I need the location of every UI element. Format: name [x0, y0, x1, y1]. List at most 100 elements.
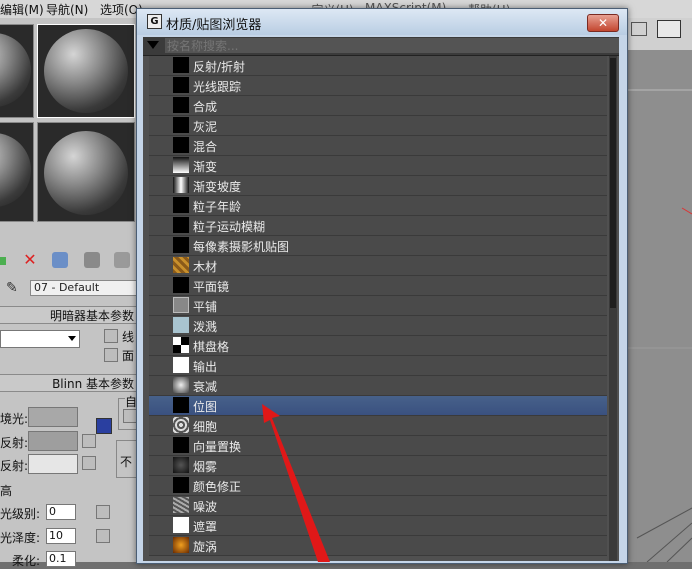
glossiness-spinner[interactable]: 10	[46, 528, 76, 544]
dialog-titlebar[interactable]: G 材质/贴图浏览器 ✕	[137, 9, 627, 35]
dialog-title: 材质/贴图浏览器	[166, 18, 262, 33]
specular-map-button[interactable]	[82, 456, 96, 470]
gradient-icon	[173, 157, 189, 173]
black-swatch-icon	[173, 137, 189, 153]
list-item[interactable]: 噪波	[149, 496, 607, 516]
list-item[interactable]: 衰减	[149, 376, 607, 396]
list-item[interactable]: 泼溅	[149, 316, 607, 336]
specular-color-swatch[interactable]	[28, 454, 78, 474]
list-item[interactable]: 光线跟踪	[149, 76, 607, 96]
close-button[interactable]: ✕	[587, 14, 619, 32]
self-illum-color-checkbox[interactable]	[123, 409, 137, 423]
maximize-icon[interactable]	[631, 22, 647, 36]
viewport[interactable]	[627, 18, 692, 562]
list-item-label: 平面镜	[193, 280, 230, 294]
glossiness-label: 光泽度:	[0, 531, 41, 545]
list-item-label: 木材	[193, 260, 218, 274]
spec-level-spinner[interactable]: 0	[46, 504, 76, 520]
list-item-label: 渐变	[193, 160, 218, 174]
material-toolbar: ✕	[0, 245, 140, 275]
list-item[interactable]: 木材	[149, 256, 607, 276]
material-slot-4[interactable]	[37, 122, 135, 222]
list-item[interactable]: 反射/折射	[149, 56, 607, 76]
eyedropper-icon[interactable]: ✎	[6, 280, 22, 296]
scrollbar[interactable]	[609, 56, 617, 561]
black-swatch-icon	[173, 237, 189, 253]
face-map-label: 面	[122, 349, 135, 363]
list-item-label: 旋涡	[193, 540, 218, 554]
make-unique-icon[interactable]	[52, 252, 68, 268]
list-item[interactable]: 颜色修正	[149, 476, 607, 496]
list-item-label: 粒子运动模糊	[193, 220, 266, 234]
face-map-checkbox[interactable]	[104, 348, 118, 362]
list-item[interactable]: 细胞	[149, 416, 607, 436]
search-input[interactable]	[165, 38, 619, 53]
list-item[interactable]: 向量置换	[149, 436, 607, 456]
material-slot-1[interactable]	[0, 24, 34, 118]
list-item[interactable]: 粒子年龄	[149, 196, 607, 216]
list-item[interactable]: 棋盘格	[149, 336, 607, 356]
map-list: 反射/折射光线跟踪合成 灰泥 混合渐变渐变坡度粒子年龄粒子运动模糊每像素摄影机贴图木…	[143, 56, 619, 561]
noise-icon	[173, 497, 189, 513]
list-item[interactable]: 遮罩	[149, 516, 607, 536]
list-item[interactable]: 旋涡	[149, 536, 607, 556]
material-map-browser-dialog: G 材质/贴图浏览器 ✕ 反射/折射光线跟踪合成灰泥混合渐变渐变坡度粒子年龄粒子…	[136, 8, 628, 564]
list-item[interactable]: 平铺	[149, 296, 607, 316]
list-item[interactable]: 渐变	[149, 156, 607, 176]
swirl-icon	[173, 537, 189, 553]
view-cube-icon[interactable]	[657, 20, 681, 38]
list-item-label: 泼溅	[193, 320, 218, 334]
ambient-color-swatch[interactable]	[28, 407, 78, 427]
soften-label: 柔化:	[12, 554, 41, 568]
list-item[interactable]: 渐变坡度	[149, 176, 607, 196]
smoke-icon	[173, 457, 189, 473]
shader-dropdown[interactable]	[0, 330, 80, 348]
diffuse-label: 反射:	[0, 436, 29, 450]
list-item[interactable]: 粒子运动模糊	[149, 216, 607, 236]
black-swatch-icon	[173, 197, 189, 213]
list-item-label: 粒子年龄	[193, 200, 242, 214]
list-item[interactable]: 合成	[149, 96, 607, 116]
soften-spinner[interactable]: 0.1	[46, 551, 76, 567]
shader-rollout-title[interactable]: 明暗器基本参数	[0, 306, 138, 324]
wire-label: 线	[122, 330, 135, 344]
list-item[interactable]: 平面镜	[149, 276, 607, 296]
list-item[interactable]: 灰泥	[149, 116, 607, 136]
black-swatch-icon	[173, 277, 189, 293]
checker-icon	[173, 337, 189, 353]
black-swatch-icon	[173, 117, 189, 133]
options-dropdown-icon[interactable]	[147, 41, 159, 49]
material-effects-icon[interactable]	[114, 252, 130, 268]
diffuse-color-swatch[interactable]	[28, 431, 78, 451]
opacity-label: 不	[120, 455, 133, 469]
list-item[interactable]: 位图	[149, 396, 607, 416]
viewport-grid	[627, 89, 692, 562]
diffuse-map-button[interactable]	[82, 434, 96, 448]
splat-icon	[173, 317, 189, 333]
list-item[interactable]: 输出	[149, 356, 607, 376]
specular-highlights-section: 高	[0, 484, 13, 498]
list-item[interactable]: 每像素摄影机贴图	[149, 236, 607, 256]
glossiness-map-button[interactable]	[96, 529, 110, 543]
delete-icon[interactable]: ✕	[22, 252, 38, 268]
list-item-label: 衰减	[193, 380, 218, 394]
list-item-label: 颜色修正	[193, 480, 242, 494]
tiles-icon	[173, 297, 189, 313]
wire-checkbox[interactable]	[104, 329, 118, 343]
white-swatch-icon	[173, 357, 189, 373]
material-name-field[interactable]: 07 - Default	[30, 280, 141, 296]
list-item[interactable]: 混合	[149, 136, 607, 156]
menu-navigation[interactable]: 导航(N)	[46, 1, 88, 18]
list-item-label: 棋盘格	[193, 340, 230, 354]
list-item[interactable]: 烟雾	[149, 456, 607, 476]
menu-edit[interactable]: 编辑(M)	[0, 1, 44, 18]
material-slot-2[interactable]	[37, 24, 135, 118]
list-item-label: 光线跟踪	[193, 80, 242, 94]
put-to-library-icon[interactable]	[84, 252, 100, 268]
scrollbar-thumb[interactable]	[610, 58, 616, 308]
material-slot-3[interactable]	[0, 122, 34, 222]
blinn-rollout-title[interactable]: Blinn 基本参数	[0, 374, 138, 392]
lock-icon[interactable]	[96, 418, 112, 434]
spec-level-map-button[interactable]	[96, 505, 110, 519]
put-to-scene-icon[interactable]	[0, 257, 6, 265]
